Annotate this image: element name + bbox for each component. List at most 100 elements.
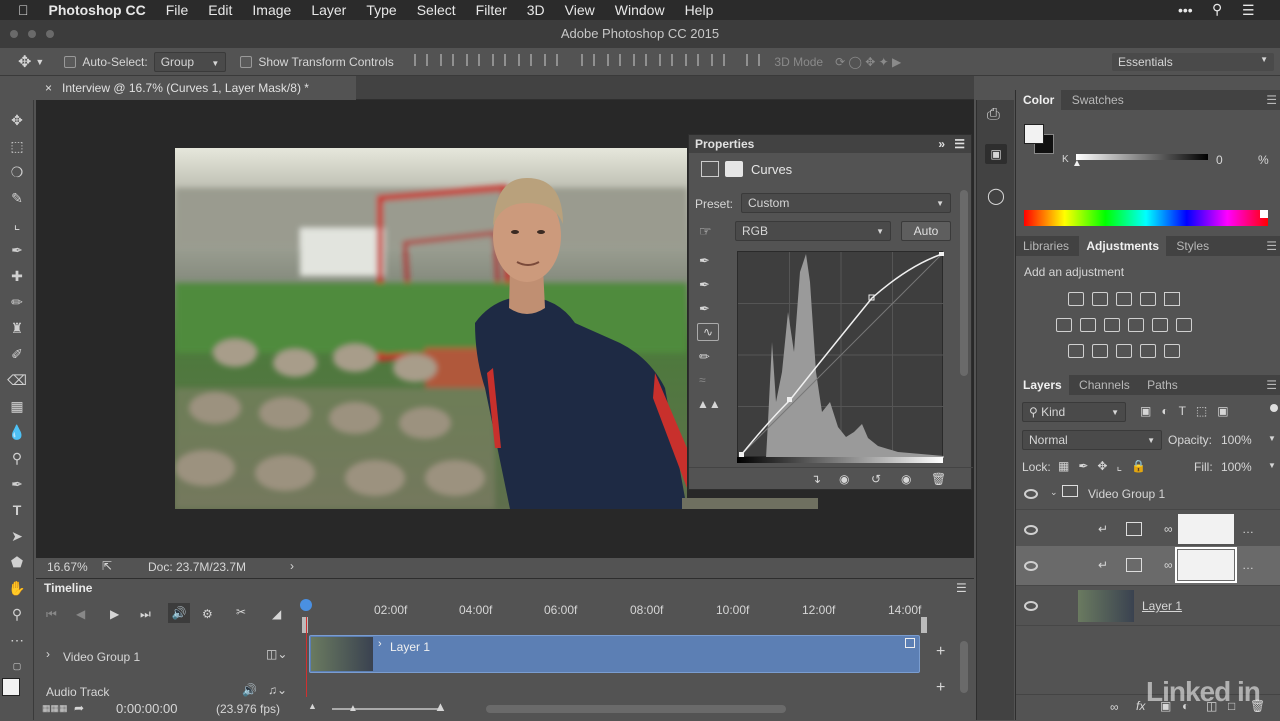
menu-edit[interactable]: Edit xyxy=(198,2,242,18)
film-icon[interactable]: ◫⌄ xyxy=(266,647,287,661)
gradient-tool-icon[interactable]: ▦ xyxy=(7,396,27,416)
distribute-vcenter-icon[interactable] xyxy=(607,54,622,66)
color-lookup-icon[interactable] xyxy=(1176,318,1192,332)
color-spectrum[interactable] xyxy=(1024,210,1268,226)
zoom-in-icon[interactable]: ▲ xyxy=(434,699,447,714)
default-colors-icon[interactable]: ▢ xyxy=(7,656,27,676)
filter-toggle-icon[interactable] xyxy=(1270,404,1278,412)
tab-channels[interactable]: Channels xyxy=(1072,375,1137,395)
time-ruler[interactable]: 02:00f 04:00f 06:00f 08:00f 10:00f 12:00… xyxy=(300,593,930,633)
menu-layer[interactable]: Layer xyxy=(301,2,356,18)
settings-icon[interactable]: ⚙ xyxy=(202,607,213,621)
search-icon[interactable]: ⚲ xyxy=(1212,1,1222,18)
smooth-icon[interactable]: ≈ xyxy=(699,373,706,387)
menu-type[interactable]: Type xyxy=(356,2,406,18)
layer-name[interactable]: Layer 1 xyxy=(1142,599,1182,613)
eye-icon[interactable] xyxy=(1024,601,1038,611)
auto-select-dropdown[interactable]: Group ▼ xyxy=(153,51,227,72)
chevron-right-icon[interactable]: › xyxy=(290,559,294,573)
pencil-icon[interactable]: ✏ xyxy=(699,349,710,365)
gradient-map-icon[interactable] xyxy=(1164,344,1180,358)
layer-mask-thumbnail[interactable] xyxy=(1175,547,1237,583)
tab-color[interactable]: Color xyxy=(1016,90,1062,110)
fx-icon[interactable]: fx xyxy=(1136,699,1145,713)
move-tool-icon[interactable]: ✥ xyxy=(7,110,27,130)
workspace-dropdown[interactable]: Essentials ▼ xyxy=(1112,52,1274,71)
menu-select[interactable]: Select xyxy=(407,2,466,18)
posterize-icon[interactable] xyxy=(1092,344,1108,358)
layer-mask-thumbnail[interactable] xyxy=(1178,514,1234,544)
properties-panel-icon[interactable]: ▣ xyxy=(985,144,1007,164)
mute-icon[interactable]: 🔊 xyxy=(168,603,190,623)
black-point-eyedropper-icon[interactable]: ✒ xyxy=(699,253,710,269)
document-tab[interactable]: × Interview @ 16.7% (Curves 1, Layer Mas… xyxy=(36,76,356,100)
layer-row-adjustment[interactable]: ↵ ∞ … xyxy=(1016,510,1280,550)
render-icon[interactable]: ➦ xyxy=(74,701,84,715)
minimize-window-button[interactable] xyxy=(28,30,36,38)
show-transform-checkbox[interactable] xyxy=(240,55,253,68)
document-image[interactable] xyxy=(175,148,687,509)
zoom-value[interactable]: 16.67% xyxy=(47,560,88,574)
video-clip[interactable]: › Layer 1 xyxy=(309,635,920,673)
menu-view[interactable]: View xyxy=(555,2,605,18)
distribute-hcenter-icon[interactable] xyxy=(685,54,700,66)
zoom-thumb-icon[interactable]: ▲ xyxy=(348,703,358,714)
next-frame-icon[interactable]: ⏭ xyxy=(140,607,151,622)
marquee-tool-icon[interactable]: ⬚ xyxy=(7,136,27,156)
auto-select-checkbox[interactable] xyxy=(64,55,77,68)
panel-menu-icon[interactable]: ☰ xyxy=(1266,236,1277,256)
hue-saturation-icon[interactable] xyxy=(1056,318,1072,332)
reset-icon[interactable]: ↺ xyxy=(871,472,881,486)
zoom-window-button[interactable] xyxy=(46,30,54,38)
panel-menu-icon[interactable]: ☰ xyxy=(956,581,967,595)
layer-mask-icon[interactable] xyxy=(725,161,743,177)
chevron-down-icon[interactable]: ▼ xyxy=(35,57,44,67)
layer-row-layer-1[interactable]: Layer 1 xyxy=(1016,586,1280,626)
more-icon[interactable]: … xyxy=(1242,522,1254,536)
3d-rotate-icon[interactable]: ⟳ ◯ ✥ ✦ ▶ xyxy=(835,55,901,69)
split-icon[interactable]: ✂ xyxy=(236,605,246,619)
timeline-scrollbar[interactable] xyxy=(960,641,968,693)
eyedropper-tool-icon[interactable]: ✒ xyxy=(7,240,27,260)
tab-libraries[interactable]: Libraries xyxy=(1016,236,1076,256)
lasso-tool-icon[interactable]: ❍ xyxy=(7,162,27,182)
clip-end-icon[interactable] xyxy=(905,638,915,648)
link-icon[interactable]: ∞ xyxy=(1164,558,1173,572)
move-tool-icon[interactable]: ✥ xyxy=(18,52,31,72)
distribute-left-icon[interactable] xyxy=(659,54,674,66)
panel-menu-icon[interactable]: ☰ xyxy=(1266,375,1277,395)
target-adjust-icon[interactable]: ☞ xyxy=(699,223,712,240)
playhead-marker[interactable] xyxy=(300,599,312,611)
menu-3d[interactable]: 3D xyxy=(517,2,555,18)
tab-layers[interactable]: Layers xyxy=(1016,375,1069,395)
brush-tool-icon[interactable]: ✏ xyxy=(7,292,27,312)
info-panel-icon[interactable]: ◯ xyxy=(987,186,1005,206)
layer-thumbnail[interactable] xyxy=(1078,590,1134,622)
speaker-icon[interactable]: 🔊 xyxy=(242,683,257,697)
layer-row-curves[interactable]: ↵ ∞ … xyxy=(1016,546,1280,586)
tab-styles[interactable]: Styles xyxy=(1169,236,1216,256)
zoom-tool-icon[interactable]: ⚲ xyxy=(7,604,27,624)
link-layers-icon[interactable]: ∞ xyxy=(1110,700,1119,714)
close-icon[interactable]: × xyxy=(45,76,52,100)
trash-icon[interactable]: 🗑 xyxy=(931,472,946,486)
blend-mode-dropdown[interactable]: Normal ▼ xyxy=(1022,430,1162,450)
quick-select-tool-icon[interactable]: ✎ xyxy=(7,188,27,208)
add-media-icon[interactable]: + xyxy=(936,643,945,661)
tab-swatches[interactable]: Swatches xyxy=(1065,90,1131,110)
menu-image[interactable]: Image xyxy=(242,2,301,18)
curve-points-icon[interactable]: ∿ xyxy=(697,323,719,341)
preset-dropdown[interactable]: Custom ▼ xyxy=(741,193,951,213)
current-timecode[interactable]: 0:00:00:00 xyxy=(116,701,177,716)
layer-row-video-group[interactable]: ⌄ Video Group 1 xyxy=(1016,480,1280,510)
auto-button[interactable]: Auto xyxy=(901,221,951,241)
white-point-eyedropper-icon[interactable]: ✒ xyxy=(699,301,710,317)
link-icon[interactable]: ∞ xyxy=(1164,522,1173,536)
type-tool-icon[interactable]: T xyxy=(7,500,27,520)
clipping-warning-icon[interactable]: ▲▲ xyxy=(697,397,721,411)
close-window-button[interactable] xyxy=(10,30,18,38)
properties-scrollbar[interactable] xyxy=(960,190,968,376)
share-icon[interactable]: ⇱ xyxy=(102,559,112,573)
work-area-start[interactable] xyxy=(302,617,308,633)
foreground-color-chip[interactable] xyxy=(1024,124,1044,144)
